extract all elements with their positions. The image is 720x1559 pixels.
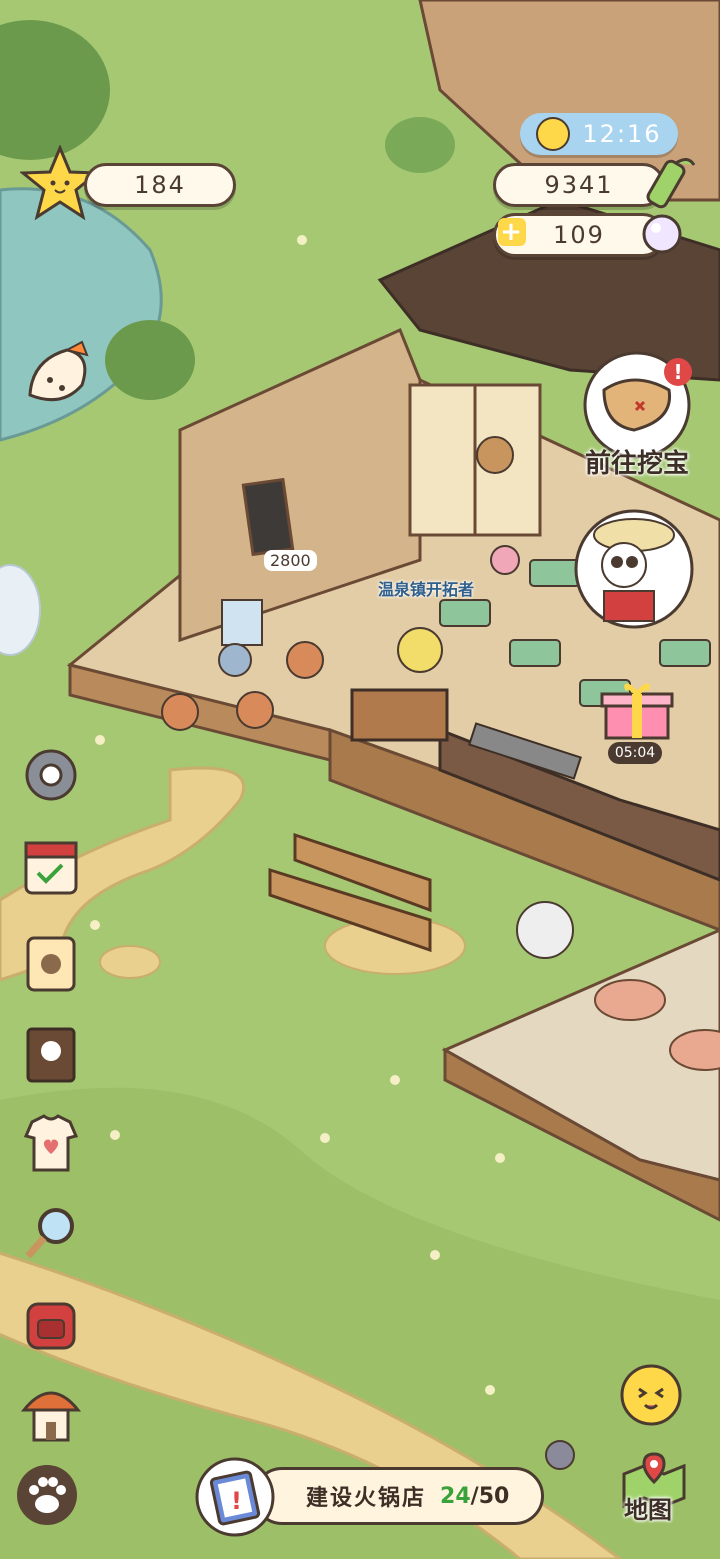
bamboo-count: 9341: [493, 163, 665, 207]
sun-icon: [536, 117, 571, 151]
search-button[interactable]: [18, 1200, 84, 1266]
magnifier-icon: [25, 1208, 74, 1259]
paw-icon: [17, 1465, 77, 1525]
gift-box[interactable]: 05:04: [598, 680, 676, 768]
mushroom-house-icon: [20, 1391, 82, 1442]
clock-time: 12:16: [582, 120, 662, 148]
bamboo-icon[interactable]: [642, 153, 698, 213]
task-separator: /: [470, 1483, 479, 1509]
star-count: 184: [84, 163, 236, 207]
smile-face-icon: [620, 1364, 682, 1426]
shirt-icon: [23, 1114, 79, 1172]
task-current: 24: [440, 1483, 471, 1509]
task-progress[interactable]: 建设火锅店 24 / 50 !: [193, 1457, 544, 1537]
add-pearl-icon[interactable]: +: [498, 217, 526, 247]
price-tag: 2800: [264, 550, 317, 571]
collection-button[interactable]: [18, 928, 84, 994]
gift-icon: [600, 683, 674, 740]
task-clipboard-icon: !: [195, 1457, 275, 1537]
pearl-icon: [642, 214, 682, 254]
task-name: 建设火锅店: [306, 1486, 427, 1511]
treasure-label: 前往挖宝: [584, 449, 689, 479]
carrot-kite-icon[interactable]: [22, 340, 102, 410]
svg-text:!: !: [231, 1487, 242, 1515]
calendar-button[interactable]: [18, 835, 84, 901]
tag-icon: [26, 936, 76, 992]
backpack-icon: [26, 1302, 76, 1350]
emote-button[interactable]: [618, 1362, 684, 1428]
map-button[interactable]: 地图: [616, 1450, 692, 1530]
shop-build-button[interactable]: [18, 1378, 84, 1444]
task-bar: 建设火锅店 24 / 50: [253, 1467, 544, 1525]
pets-button[interactable]: [14, 1462, 80, 1528]
calendar-icon: [24, 841, 78, 895]
npc-title[interactable]: 温泉镇开拓者: [378, 576, 474, 600]
clock-badge: 12:16: [520, 113, 678, 155]
treasure-hunt-button[interactable]: ! 前往挖宝: [574, 350, 700, 480]
backpack-button[interactable]: [18, 1290, 84, 1356]
map-label: 地图: [624, 1496, 672, 1524]
recipe-book-button[interactable]: [18, 1021, 84, 1087]
settings-button[interactable]: [18, 742, 84, 808]
gift-timer: 05:04: [608, 742, 662, 764]
alert-badge-icon: !: [664, 358, 692, 386]
book-icon: [26, 1027, 76, 1083]
gear-icon: [25, 749, 77, 801]
wardrobe-button[interactable]: [18, 1110, 84, 1176]
task-total: 50: [478, 1483, 510, 1509]
panda-visitor-icon[interactable]: [574, 505, 694, 633]
